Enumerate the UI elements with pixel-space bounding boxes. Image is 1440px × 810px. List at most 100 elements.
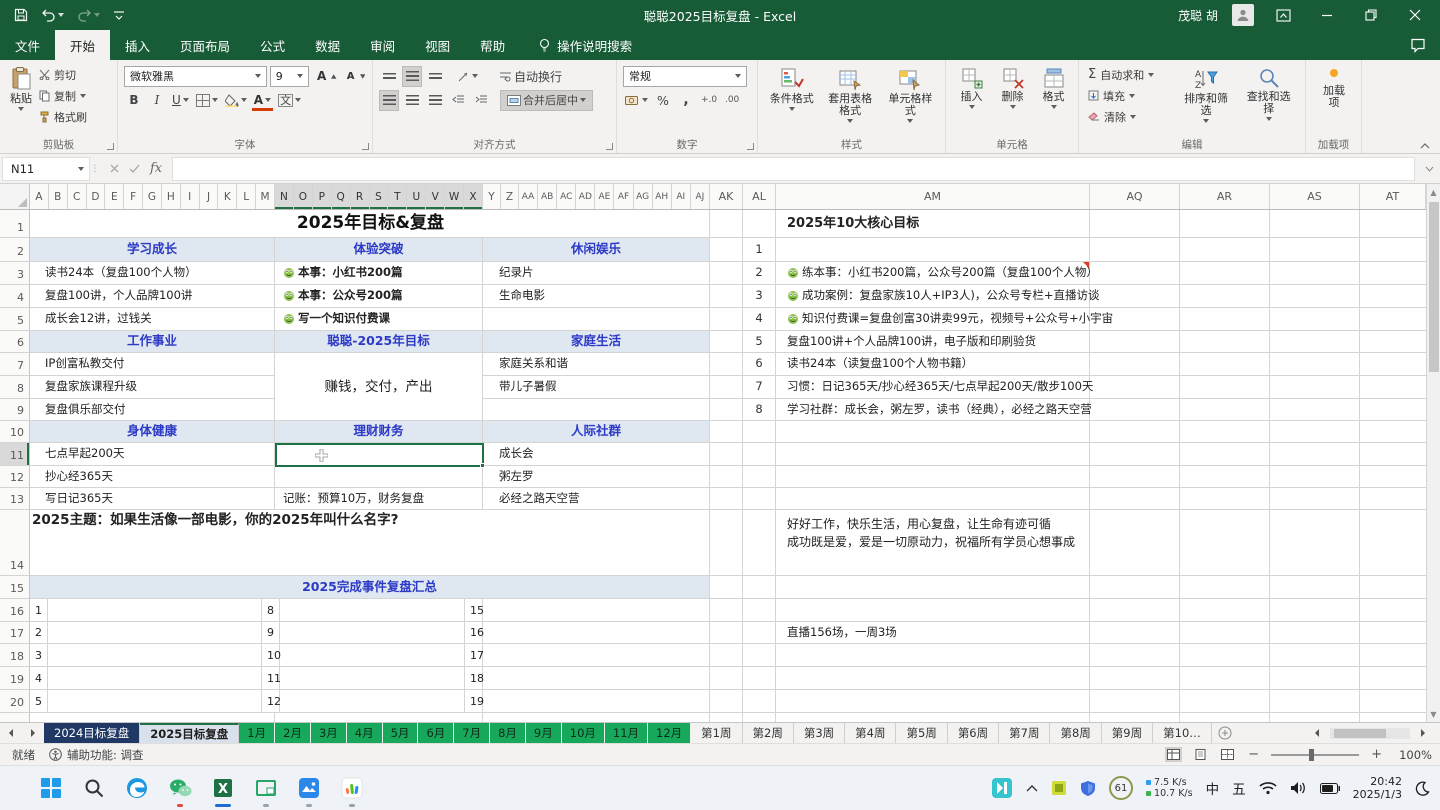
cell-right-title[interactable]: 2025年10大核心目标	[776, 210, 1090, 238]
row-header[interactable]: 20	[0, 690, 30, 713]
security-shield-icon[interactable]	[1080, 780, 1096, 797]
percent-style-button[interactable]: %	[653, 90, 673, 111]
cell-number[interactable]: 12	[262, 690, 280, 713]
save-icon[interactable]	[14, 8, 28, 22]
cell-item-number[interactable]: 7	[743, 376, 776, 399]
sheet-tab-month[interactable]: 11月	[605, 723, 648, 743]
borders-button[interactable]	[194, 90, 220, 111]
cell-item-number[interactable]: 1	[743, 238, 776, 262]
cell[interactable]	[710, 421, 743, 443]
column-header[interactable]: B	[49, 184, 68, 209]
avatar[interactable]	[1232, 4, 1254, 26]
row-header[interactable]: 2	[0, 238, 30, 262]
row-header[interactable]: 16	[0, 599, 30, 622]
cell-header[interactable]: 学习成长	[30, 238, 275, 262]
cell[interactable]	[1090, 210, 1180, 238]
column-header-selected[interactable]: R	[351, 184, 370, 209]
edge-browser-icon[interactable]	[124, 771, 150, 805]
row-header[interactable]: 5	[0, 308, 30, 331]
cell-number[interactable]: 19	[465, 690, 483, 713]
column-header[interactable]: E	[105, 184, 124, 209]
column-header-am[interactable]: AM	[776, 184, 1090, 209]
hscroll-thumb[interactable]	[1334, 729, 1386, 738]
cell[interactable]	[1090, 644, 1180, 667]
cell-number[interactable]: 8	[262, 599, 280, 622]
cell-goal-item[interactable]: 知识付费课=复盘创富30讲卖99元，视频号+公众号+小宇宙	[776, 308, 1090, 331]
column-header[interactable]: M	[256, 184, 275, 209]
cell[interactable]	[1270, 644, 1360, 667]
cell[interactable]: 带儿子暑假	[483, 376, 710, 399]
row-header[interactable]: 4	[0, 285, 30, 308]
cell[interactable]: 生命电影	[483, 285, 710, 308]
column-header-selected[interactable]: S	[370, 184, 389, 209]
analytics-app-icon[interactable]	[339, 771, 365, 805]
cell[interactable]	[1090, 262, 1180, 285]
column-header[interactable]: K	[218, 184, 237, 209]
cell[interactable]: 成长会	[483, 443, 710, 466]
close-button[interactable]	[1400, 0, 1430, 30]
horizontal-scrollbar[interactable]	[1306, 723, 1440, 743]
cell[interactable]	[710, 210, 743, 238]
row-header[interactable]: 10	[0, 421, 30, 443]
sheet-tab-week[interactable]: 第10…	[1153, 723, 1212, 743]
cell[interactable]	[776, 488, 1090, 510]
row-header[interactable]: 17	[0, 622, 30, 644]
cell-header[interactable]: 体验突破	[275, 238, 483, 262]
cell[interactable]	[1180, 353, 1270, 376]
cell[interactable]: IP创富私教交付	[30, 353, 275, 376]
format-cells-button[interactable]: 格式	[1034, 64, 1073, 137]
cell[interactable]	[280, 690, 465, 713]
cell[interactable]	[1180, 421, 1270, 443]
row-header[interactable]: 1	[0, 210, 30, 238]
cell-header[interactable]: 聪聪-2025年目标	[275, 331, 483, 353]
cell[interactable]	[1270, 399, 1360, 421]
cell[interactable]	[1270, 331, 1360, 353]
column-header-al[interactable]: AL	[743, 184, 776, 209]
cell[interactable]	[710, 376, 743, 399]
cell[interactable]	[743, 443, 776, 466]
cell[interactable]	[48, 599, 262, 622]
cell-header[interactable]: 休闲娱乐	[483, 238, 710, 262]
sheet-tab-month[interactable]: 7月	[454, 723, 490, 743]
column-header-selected[interactable]: T	[388, 184, 407, 209]
cell-goal-item[interactable]: 练本事：小红书200篇，公众号200篇（复盘100个人物）	[776, 262, 1090, 285]
merge-center-button[interactable]: 合并后居中	[500, 90, 593, 111]
cell[interactable]	[1360, 622, 1426, 644]
cell-goal-item[interactable]: 学习社群：成长会，粥左罗，读书（经典），必经之路天空营	[776, 399, 1090, 421]
tab-home[interactable]: 开始	[55, 30, 110, 60]
cell[interactable]	[1270, 667, 1360, 690]
cell[interactable]	[776, 238, 1090, 262]
cell-number[interactable]: 5	[30, 690, 48, 713]
cell-number[interactable]: 9	[262, 622, 280, 644]
cell[interactable]	[1360, 376, 1426, 399]
ime-shape-indicator[interactable]: 五	[1232, 778, 1246, 798]
cell[interactable]	[280, 667, 465, 690]
select-all-corner[interactable]	[0, 184, 30, 209]
align-right-icon[interactable]	[425, 90, 445, 111]
volume-icon[interactable]	[1290, 781, 1307, 795]
number-dialog-launcher[interactable]	[747, 143, 754, 150]
cell[interactable]	[1090, 667, 1180, 690]
phonetic-guide-button[interactable]: 文	[276, 90, 303, 111]
cell-number[interactable]: 10	[262, 644, 280, 667]
fill-color-button[interactable]	[223, 90, 249, 111]
cell[interactable]	[1180, 576, 1270, 599]
cell[interactable]	[1270, 510, 1360, 576]
cell[interactable]	[48, 622, 262, 644]
cell-number[interactable]: 1	[30, 599, 48, 622]
cell-item-number[interactable]: 5	[743, 331, 776, 353]
cell[interactable]	[743, 466, 776, 488]
cell[interactable]	[1180, 262, 1270, 285]
cell[interactable]	[1270, 353, 1360, 376]
column-header[interactable]: AA	[519, 184, 538, 209]
cell[interactable]	[1360, 713, 1426, 722]
fill-handle[interactable]	[480, 463, 485, 468]
column-header-selected[interactable]: P	[313, 184, 332, 209]
cell-header[interactable]: 人际社群	[483, 421, 710, 443]
account-name[interactable]: 茂聪 胡	[1178, 7, 1218, 24]
cell[interactable]	[1090, 622, 1180, 644]
cell[interactable]	[743, 690, 776, 713]
cut-button[interactable]: 剪切	[36, 64, 90, 85]
cell[interactable]	[710, 308, 743, 331]
comments-icon[interactable]	[1410, 38, 1426, 53]
